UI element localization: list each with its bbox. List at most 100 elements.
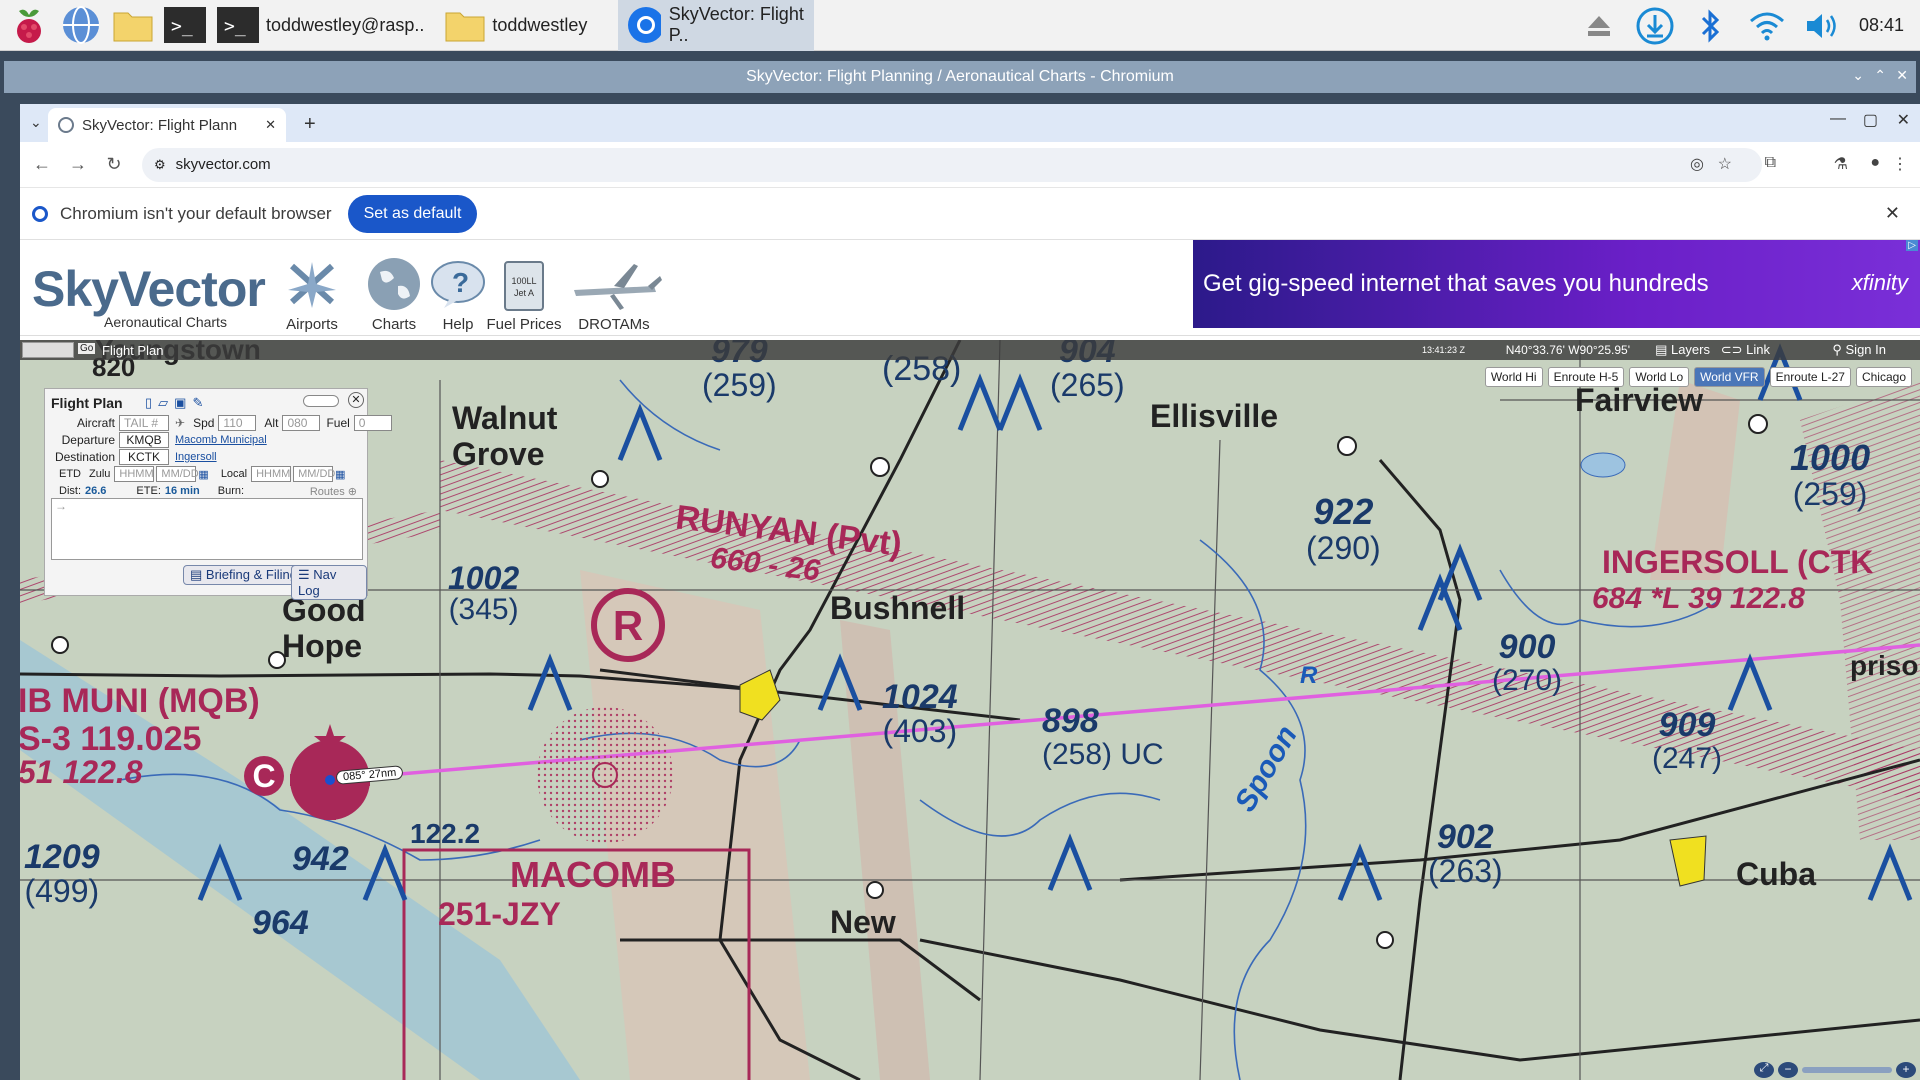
- terminal-icon[interactable]: >_: [162, 2, 208, 48]
- profile-icon[interactable]: ●: [1870, 154, 1880, 172]
- infobar-close-icon[interactable]: ✕: [1885, 203, 1900, 224]
- bookmark-star-icon[interactable]: ☆: [1718, 154, 1732, 174]
- altitude-input[interactable]: 080: [282, 415, 321, 431]
- local-time-input[interactable]: HHMM: [251, 466, 292, 482]
- taskbar-task-chromium[interactable]: SkyVector: Flight P..: [618, 0, 815, 51]
- back-icon[interactable]: ←: [24, 154, 60, 175]
- forward-icon[interactable]: →: [60, 154, 96, 175]
- globe-icon[interactable]: [58, 2, 104, 48]
- skyvector-logo[interactable]: SkyVector: [32, 260, 266, 318]
- nav-label: Fuel Prices: [486, 316, 562, 333]
- lake: [1580, 452, 1626, 478]
- download-icon[interactable]: [1627, 6, 1683, 46]
- file-actions: ▯▱▣✎: [145, 395, 209, 411]
- departure-airport-link[interactable]: Macomb Municipal: [175, 434, 267, 446]
- raspberry-menu-icon[interactable]: [6, 2, 52, 48]
- sectional-chart-map[interactable]: R 820 Walnut Grove Ellisville Fairview G…: [20, 340, 1920, 1080]
- altitude-label: Alt: [264, 416, 279, 430]
- nav-drotams[interactable]: DROTAMs: [564, 256, 664, 333]
- extensions-icon[interactable]: ⧉: [1765, 154, 1776, 172]
- nav-airports[interactable]: Airports: [272, 256, 352, 333]
- taskbar-task-files[interactable]: toddwestley: [436, 0, 610, 51]
- close-icon[interactable]: ✕: [1897, 110, 1910, 130]
- fuel-label: Fuel: [326, 416, 350, 430]
- chart-button-world-lo[interactable]: World Lo: [1629, 367, 1690, 387]
- aircraft-icon[interactable]: ✈: [175, 416, 185, 430]
- local-date-input[interactable]: MM/DD: [293, 466, 335, 482]
- maximize-icon[interactable]: ⌃: [1874, 67, 1886, 84]
- open-folder-icon[interactable]: ▱: [158, 395, 174, 410]
- zulu-date-input[interactable]: MM/DD: [156, 466, 199, 482]
- minimize-icon[interactable]: —: [1830, 110, 1846, 128]
- tail-number-input[interactable]: TAIL #: [119, 415, 169, 431]
- bluetooth-icon[interactable]: [1683, 8, 1739, 44]
- drone-icon: [564, 256, 664, 312]
- nav-log-button[interactable]: ☰ Nav Log: [291, 565, 367, 600]
- minimize-icon[interactable]: ⌄: [1852, 67, 1864, 84]
- destination-input[interactable]: KCTK: [119, 449, 169, 465]
- fuel-input[interactable]: 0: [353, 415, 392, 431]
- save-icon[interactable]: ▣: [174, 395, 192, 410]
- menu-icon[interactable]: ⋮: [1892, 154, 1908, 174]
- ad-choices-icon[interactable]: ▷: [1906, 240, 1918, 251]
- set-default-button[interactable]: Set as default: [347, 194, 478, 233]
- flight-plan-tab[interactable]: Flight Plan: [102, 343, 163, 358]
- chart-button-world-vfr[interactable]: World VFR: [1694, 367, 1765, 387]
- eject-icon[interactable]: [1571, 14, 1627, 38]
- chart-button-enroute-h-5[interactable]: Enroute H-5: [1547, 367, 1625, 387]
- new-tab-button[interactable]: +: [304, 113, 316, 136]
- chart-button-chicago[interactable]: Chicago: [1855, 367, 1912, 387]
- link-button[interactable]: ⊂⊃ Link: [1721, 342, 1770, 358]
- aircraft-label: Aircraft: [76, 416, 115, 430]
- search-input[interactable]: [22, 342, 74, 358]
- obstacle-elevation: 1000 (259): [1790, 437, 1871, 513]
- place-label: Hope: [282, 628, 362, 664]
- speed-input[interactable]: 110: [218, 415, 257, 431]
- obstacle-elevation: 909 (247): [1652, 706, 1723, 775]
- calendar-icon[interactable]: ▦: [335, 468, 345, 481]
- zoom-out-icon[interactable]: −: [1778, 1062, 1798, 1078]
- go-button[interactable]: Go: [78, 343, 96, 354]
- toggle-switch[interactable]: [303, 395, 339, 407]
- eye-off-icon[interactable]: ◎: [1690, 154, 1704, 174]
- departure-input[interactable]: KMQB: [119, 432, 169, 448]
- zoom-fit-icon[interactable]: ⤢: [1754, 1062, 1774, 1078]
- fuel-badge-text: 100LL: [511, 276, 536, 286]
- chart-button-world-hi[interactable]: World Hi: [1484, 367, 1543, 387]
- new-file-icon[interactable]: ▯: [145, 395, 158, 410]
- folder-icon[interactable]: [110, 2, 156, 48]
- chart-button-enroute-l-27[interactable]: Enroute L-27: [1769, 367, 1851, 387]
- labs-icon[interactable]: ⚗: [1834, 154, 1848, 174]
- zulu-label: Zulu: [89, 468, 111, 480]
- layers-button[interactable]: ▤ Layers: [1655, 342, 1710, 358]
- logo-subtitle: Aeronautical Charts: [104, 314, 227, 330]
- taskbar-task-terminal[interactable]: >_ toddwestley@rasp..: [208, 0, 432, 51]
- volume-icon[interactable]: [1795, 11, 1851, 41]
- plus-circle-icon: ⊕: [347, 485, 357, 498]
- route-input[interactable]: →: [51, 498, 363, 560]
- nav-fuel-prices[interactable]: 100LL Jet A Fuel Prices: [484, 256, 564, 333]
- briefing-filing-button[interactable]: ▤ Briefing & Filing: [183, 565, 304, 585]
- distance-label: Dist:: [59, 485, 81, 497]
- close-icon[interactable]: ✕: [348, 392, 364, 408]
- tab-close-icon[interactable]: ✕: [265, 117, 276, 133]
- zoom-slider[interactable]: [1802, 1067, 1892, 1073]
- restore-icon[interactable]: ▢: [1863, 110, 1878, 130]
- tab-search-icon[interactable]: ⌄: [30, 114, 42, 131]
- edit-icon[interactable]: ✎: [192, 395, 209, 410]
- layers-icon: ▤: [1655, 342, 1671, 357]
- advertisement-banner[interactable]: Get gig-speed internet that saves you hu…: [1193, 240, 1920, 328]
- address-bar[interactable]: ⚙ skyvector.com: [142, 147, 1762, 182]
- ad-brand: xfinity: [1851, 270, 1908, 295]
- zulu-time-input[interactable]: HHMM: [114, 466, 155, 482]
- calendar-icon[interactable]: ▦: [198, 468, 208, 481]
- routes-button[interactable]: Routes ⊕: [310, 485, 357, 498]
- close-icon[interactable]: ✕: [1896, 67, 1908, 84]
- tab-skyvector[interactable]: SkyVector: Flight Plann ✕: [48, 108, 286, 142]
- reload-icon[interactable]: ↻: [96, 154, 132, 175]
- wifi-icon[interactable]: [1739, 11, 1795, 41]
- site-info-icon[interactable]: ⚙: [154, 157, 166, 173]
- zoom-in-icon[interactable]: +: [1896, 1062, 1916, 1078]
- destination-airport-link[interactable]: Ingersoll: [175, 451, 217, 463]
- sign-in-button[interactable]: ⚲ Sign In: [1832, 342, 1886, 358]
